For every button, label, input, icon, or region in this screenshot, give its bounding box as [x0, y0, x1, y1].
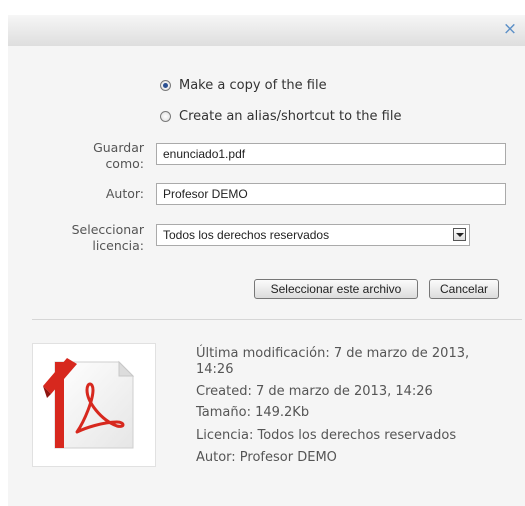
option-copy[interactable]: Make a copy of the file — [160, 76, 327, 94]
cancel-button[interactable]: Cancelar — [429, 279, 499, 299]
copy-radio[interactable] — [160, 79, 171, 91]
select-file-button[interactable]: Seleccionar este archivo — [254, 279, 418, 299]
file-author: Autor: Profesor DEMO — [196, 450, 337, 465]
alias-radio[interactable] — [160, 110, 171, 122]
save-as-label: Guardar como: — [16, 140, 144, 172]
option-alias[interactable]: Create an alias/shortcut to the file — [160, 107, 401, 125]
created-date: Created: 7 de marzo de 2013, 14:26 — [196, 384, 433, 399]
section-divider — [32, 319, 522, 320]
pdf-file-icon — [43, 358, 135, 449]
license-label: Seleccionar licencia: — [16, 222, 144, 254]
license-label-line1: Seleccionar — [71, 222, 144, 237]
file-license: Licencia: Todos los derechos reservados — [196, 428, 457, 443]
file-size: Tamaño: 149.2Kb — [196, 405, 310, 420]
file-thumbnail — [32, 343, 156, 467]
close-icon[interactable]: × — [501, 20, 519, 38]
license-label-line2: licencia: — [92, 238, 144, 253]
last-modified-line1: Última modificación: 7 de marzo de 2013, — [196, 346, 470, 361]
last-modified-line2: 14:26 — [196, 362, 234, 377]
last-modified: Última modificación: 7 de marzo de 2013,… — [196, 346, 516, 378]
author-label: Autor: — [16, 186, 144, 202]
license-select-value: Todos los derechos reservados — [163, 228, 330, 242]
file-picker-dialog: × Make a copy of the file Create an alia… — [0, 0, 525, 506]
save-as-input[interactable]: enunciado1.pdf — [156, 143, 506, 165]
dialog-body: Make a copy of the file Create an alias/… — [8, 46, 525, 506]
license-select[interactable]: Todos los derechos reservados — [156, 224, 470, 246]
chevron-down-icon[interactable] — [453, 228, 466, 241]
save-as-label-line1: Guardar — [93, 140, 144, 155]
author-input[interactable]: Profesor DEMO — [156, 183, 506, 205]
author-label-text: Autor: — [105, 186, 144, 201]
save-as-label-line2: como: — [105, 156, 144, 171]
alias-radio-label: Create an alias/shortcut to the file — [179, 108, 402, 124]
dialog-titlebar: × — [8, 15, 525, 47]
copy-radio-label: Make a copy of the file — [179, 77, 327, 93]
